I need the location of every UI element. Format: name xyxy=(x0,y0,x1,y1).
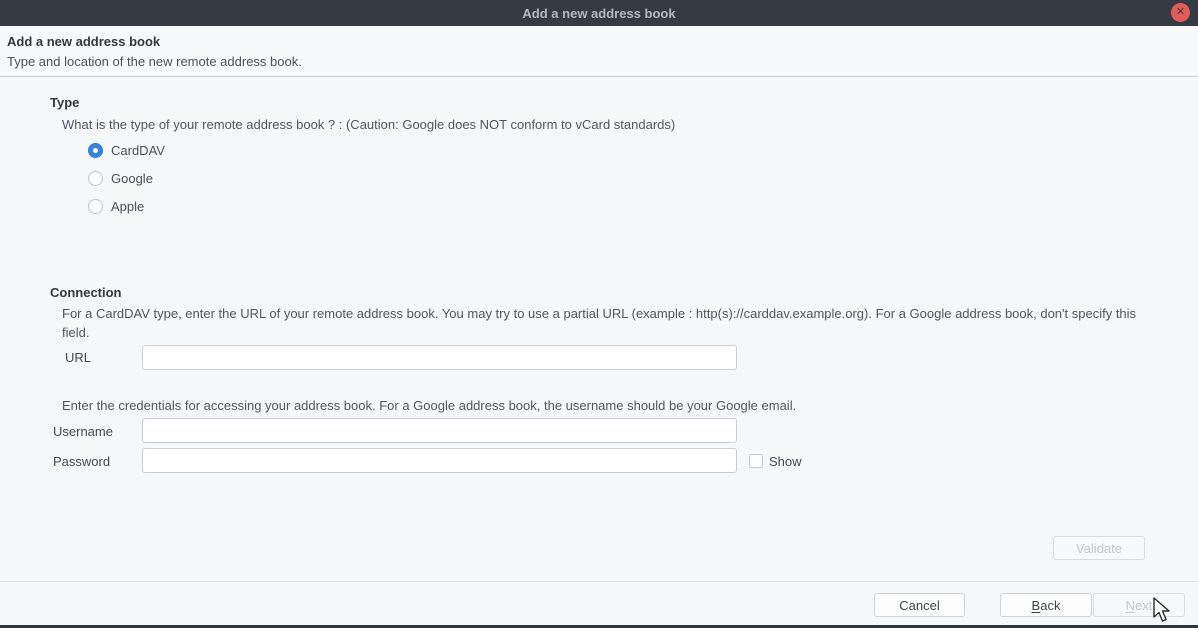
type-caution-text: What is the type of your remote address … xyxy=(62,115,675,134)
show-password-label[interactable]: Show xyxy=(769,454,802,469)
url-input[interactable] xyxy=(142,345,737,370)
radio-carddav-icon[interactable] xyxy=(88,143,103,158)
radio-carddav[interactable]: CardDAV xyxy=(88,141,165,159)
close-icon: ✕ xyxy=(1176,7,1185,18)
type-section-heading: Type xyxy=(50,95,79,110)
validate-button[interactable]: Validate xyxy=(1053,536,1145,560)
radio-apple-label: Apple xyxy=(111,199,144,214)
username-input[interactable] xyxy=(142,418,737,443)
radio-apple[interactable]: Apple xyxy=(88,197,144,215)
url-label: URL xyxy=(65,350,91,365)
radio-carddav-label: CardDAV xyxy=(111,143,165,158)
connection-section-heading: Connection xyxy=(50,285,122,300)
cancel-button-label: Cancel xyxy=(899,598,939,613)
add-address-book-dialog: Add a new address book ✕ Add a new addre… xyxy=(0,0,1198,628)
password-label: Password xyxy=(53,454,110,469)
titlebar[interactable]: Add a new address book ✕ xyxy=(0,0,1198,26)
password-input[interactable] xyxy=(142,448,737,473)
username-label: Username xyxy=(53,424,113,439)
radio-apple-icon[interactable] xyxy=(88,199,103,214)
validate-button-label: Validate xyxy=(1076,541,1122,556)
radio-google-label: Google xyxy=(111,171,153,186)
back-button[interactable]: Back xyxy=(1000,593,1092,617)
next-button-label: Next xyxy=(1126,598,1153,613)
radio-google[interactable]: Google xyxy=(88,169,153,187)
page-title: Add a new address book xyxy=(7,34,160,49)
page-subtitle: Type and location of the new remote addr… xyxy=(7,54,302,69)
credentials-note: Enter the credentials for accessing your… xyxy=(62,396,796,415)
back-button-label: Back xyxy=(1032,598,1061,613)
dialog-header: Add a new address book Type and location… xyxy=(0,26,1198,77)
cancel-button[interactable]: Cancel xyxy=(874,593,965,617)
next-button[interactable]: Next xyxy=(1093,593,1185,617)
show-password-checkbox[interactable] xyxy=(749,454,763,468)
footer-separator xyxy=(0,581,1198,582)
connection-description: For a CardDAV type, enter the URL of you… xyxy=(62,304,1147,342)
radio-google-icon[interactable] xyxy=(88,171,103,186)
window-title: Add a new address book xyxy=(522,6,675,21)
close-button[interactable]: ✕ xyxy=(1171,3,1190,22)
